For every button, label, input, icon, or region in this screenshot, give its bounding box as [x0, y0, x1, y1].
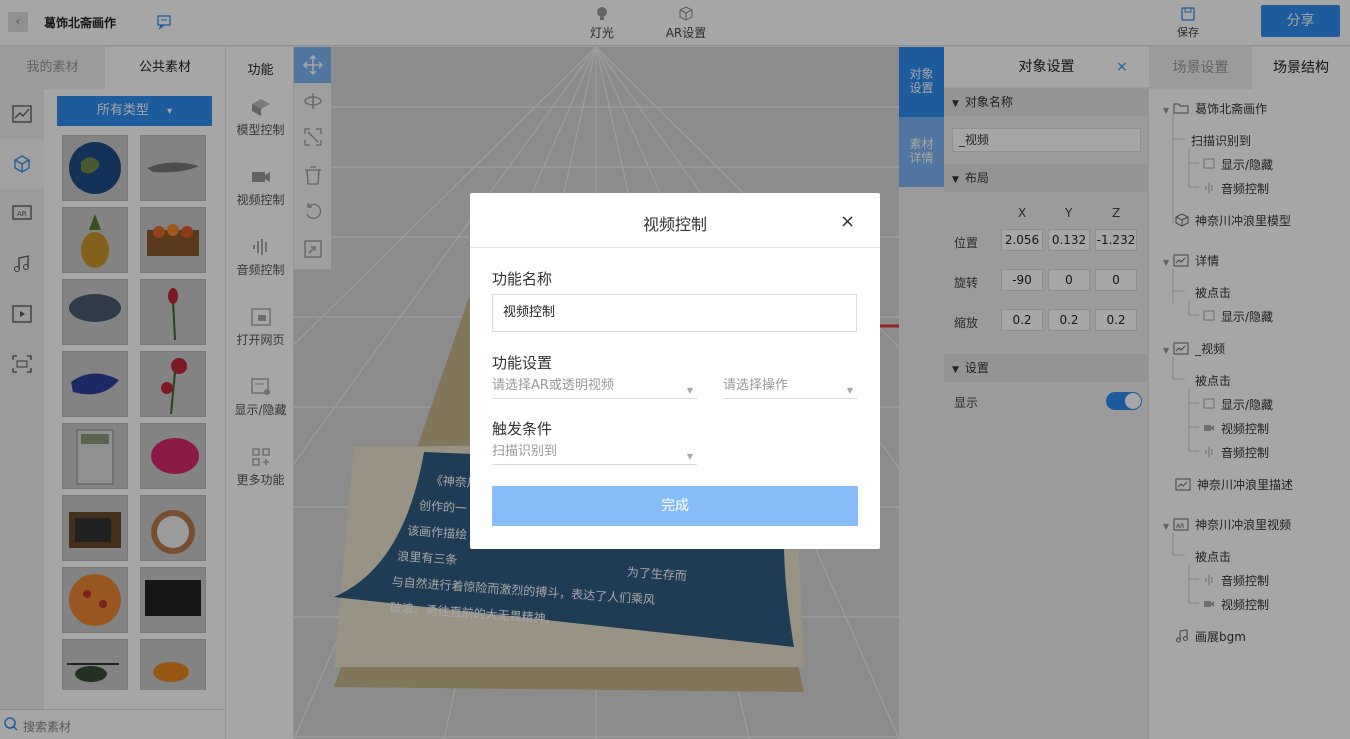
function-name-input[interactable]: 视频控制	[492, 294, 857, 332]
dialog-title: 视频控制	[642, 215, 707, 234]
trigger-label: 触发条件	[492, 420, 553, 438]
close-icon[interactable]: ×	[840, 211, 855, 232]
trigger-select[interactable]: 扫描识别到 ▼	[492, 443, 697, 465]
chevron-down-icon: ▼	[846, 386, 853, 395]
done-button[interactable]: 完成	[492, 486, 858, 526]
chevron-down-icon: ▼	[686, 452, 693, 461]
function-name-label: 功能名称	[492, 270, 553, 288]
action-select[interactable]: 请选择操作 ▼	[723, 377, 857, 399]
video-source-select[interactable]: 请选择AR或透明视频 ▼	[492, 377, 697, 399]
divider	[470, 247, 880, 248]
function-settings-label: 功能设置	[492, 354, 553, 372]
chevron-down-icon: ▼	[686, 386, 693, 395]
video-control-dialog: 视频控制 × 功能名称 视频控制 功能设置 请选择AR或透明视频 ▼ 请选择操作 ▼…	[470, 193, 880, 549]
